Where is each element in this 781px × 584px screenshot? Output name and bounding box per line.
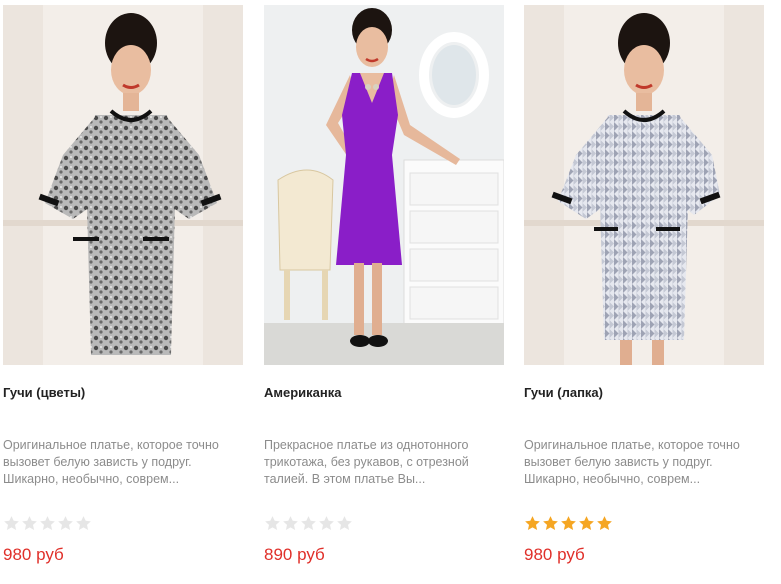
star-filled-icon[interactable]: [596, 515, 613, 532]
star-empty-icon[interactable]: [300, 515, 317, 532]
product-photo[interactable]: [3, 5, 243, 365]
product-description: Оригинальное платье, которое точно вызов…: [524, 438, 740, 486]
product-title[interactable]: Американка: [264, 385, 342, 400]
product-description: Прекрасное платье из однотонного трикота…: [264, 438, 469, 486]
product-description: Оригинальное платье, которое точно вызов…: [3, 438, 219, 486]
star-filled-icon[interactable]: [560, 515, 577, 532]
product-photo[interactable]: [264, 5, 504, 365]
product-card[interactable]: Американка Прекрасное платье из однотонн…: [264, 0, 504, 584]
star-empty-icon[interactable]: [318, 515, 335, 532]
star-empty-icon[interactable]: [39, 515, 56, 532]
star-empty-icon[interactable]: [21, 515, 38, 532]
product-price: 980 руб: [3, 545, 64, 564]
star-filled-icon[interactable]: [542, 515, 559, 532]
rating-stars[interactable]: [264, 515, 353, 537]
star-empty-icon[interactable]: [57, 515, 74, 532]
star-empty-icon[interactable]: [264, 515, 281, 532]
star-empty-icon[interactable]: [75, 515, 92, 532]
product-price: 980 руб: [524, 545, 585, 564]
star-empty-icon[interactable]: [336, 515, 353, 532]
product-price: 890 руб: [264, 545, 325, 564]
star-empty-icon[interactable]: [282, 515, 299, 532]
product-photo[interactable]: [524, 5, 764, 365]
rating-stars[interactable]: [3, 515, 92, 537]
star-empty-icon[interactable]: [3, 515, 20, 532]
star-filled-icon[interactable]: [524, 515, 541, 532]
star-filled-icon[interactable]: [578, 515, 595, 532]
product-card[interactable]: Гучи (лапка) Оригинальное платье, которо…: [524, 0, 764, 584]
product-title[interactable]: Гучи (цветы): [3, 385, 85, 400]
product-card[interactable]: Гучи (цветы) Оригинальное платье, которо…: [3, 0, 243, 584]
product-title[interactable]: Гучи (лапка): [524, 385, 603, 400]
rating-stars[interactable]: [524, 515, 613, 537]
